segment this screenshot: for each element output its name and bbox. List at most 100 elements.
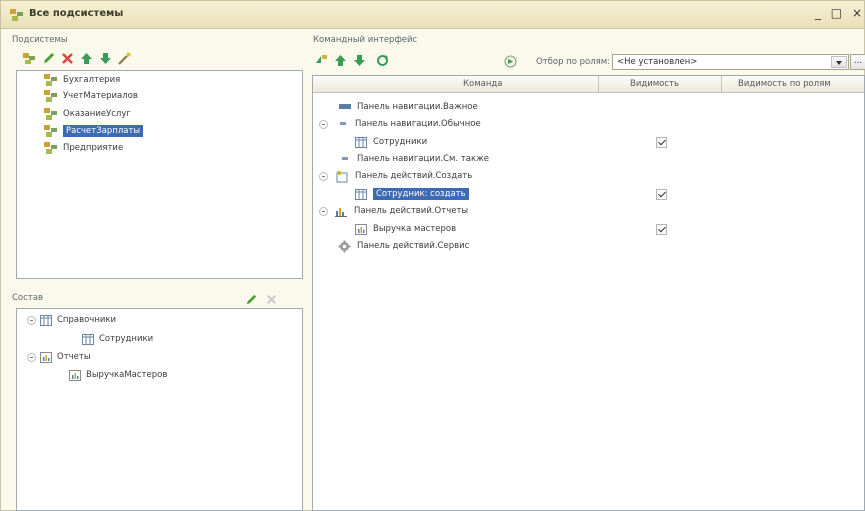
tree-item[interactable]: УчетМатериалов xyxy=(44,88,138,104)
visibility-checkbox[interactable] xyxy=(656,137,667,148)
collapse-icon[interactable] xyxy=(319,206,328,216)
tree-item[interactable]: Бухгалтерия xyxy=(44,72,120,88)
command-toolbar xyxy=(315,52,389,68)
table-row[interactable]: Панель действий.Отчеты xyxy=(319,203,468,219)
catalog-icon xyxy=(40,314,52,326)
tree-item-label: Предприятие xyxy=(63,143,124,153)
move-down-icon[interactable] xyxy=(353,54,366,67)
table-row[interactable]: Панель навигации.См. также xyxy=(339,151,489,167)
remove-composition-icon[interactable] xyxy=(266,294,277,305)
subsystems-tree[interactable]: Бухгалтерия УчетМатериалов ОказаниеУслуг… xyxy=(16,70,303,279)
dropdown-icon[interactable] xyxy=(831,56,847,68)
command-interface-label: Командный интерфейс xyxy=(313,35,418,45)
command-label: Сотрудник: создать xyxy=(373,188,469,200)
tree-item-label: РасчетЗарплаты xyxy=(63,125,144,137)
nav-panel-icon xyxy=(340,122,346,125)
nav-panel-icon xyxy=(342,157,348,160)
subsystem-icon xyxy=(44,125,57,137)
command-label: Панель навигации.См. также xyxy=(357,154,489,164)
visibility-checkbox[interactable] xyxy=(656,189,667,200)
command-label: Панель навигации.Обычное xyxy=(355,119,481,129)
table-row[interactable]: Сотрудники xyxy=(355,134,427,150)
report-icon xyxy=(355,223,367,235)
tree-item-label: ВыручкаМастеров xyxy=(86,370,168,380)
maximize-button[interactable]: □ xyxy=(831,6,842,20)
tree-group-label: Отчеты xyxy=(57,352,91,362)
reports-action-icon xyxy=(335,208,347,217)
catalog-icon xyxy=(355,188,367,200)
subsystem-icon xyxy=(44,108,57,120)
role-filter-label: Отбор по ролям: xyxy=(536,57,611,67)
edit-icon[interactable] xyxy=(42,52,55,65)
title-bar: Все подсистемы _ □ × xyxy=(1,1,864,29)
command-label: Сотрудники xyxy=(373,137,428,147)
role-filter-value: <Не установлен> xyxy=(617,57,698,67)
command-grid[interactable]: Команда Видимость Видимость по ролям Пан… xyxy=(312,75,865,511)
window-controls: _ □ × xyxy=(809,6,862,20)
window: Все подсистемы _ □ × Подсистемы Бухгалте… xyxy=(0,0,865,511)
subsystem-icon xyxy=(44,74,57,86)
tree-group-label: Справочники xyxy=(57,315,117,325)
expand-tree-icon[interactable] xyxy=(315,54,328,67)
report-icon xyxy=(40,351,52,363)
move-up-icon[interactable] xyxy=(334,54,347,67)
move-up-icon[interactable] xyxy=(80,52,93,65)
table-row-selected[interactable]: Сотрудник: создать xyxy=(355,186,469,202)
tree-item[interactable]: ВыручкаМастеров xyxy=(69,367,167,383)
subsystems-icon xyxy=(10,9,23,21)
role-filter-icon[interactable] xyxy=(504,55,517,68)
minimize-button[interactable]: _ xyxy=(815,6,821,20)
composition-tree[interactable]: Справочники Сотрудники Отчеты ВыручкаМас… xyxy=(16,308,303,511)
window-title: Все подсистемы xyxy=(29,8,124,19)
command-label: Панель действий.Отчеты xyxy=(354,206,469,216)
catalog-icon xyxy=(82,333,94,345)
tree-item[interactable]: ОказаниеУслуг xyxy=(44,106,131,122)
report-icon xyxy=(69,369,81,381)
edit-composition-icon[interactable] xyxy=(245,294,257,306)
gear-icon xyxy=(338,240,351,252)
column-command[interactable]: Команда xyxy=(463,79,503,89)
wand-icon[interactable] xyxy=(118,52,131,65)
collapse-icon[interactable] xyxy=(319,171,328,181)
command-label: Выручка мастеров xyxy=(373,224,457,234)
table-row[interactable]: Выручка мастеров xyxy=(355,221,456,237)
role-filter-select[interactable]: <Не установлен> xyxy=(612,54,849,70)
add-subsystem-icon[interactable] xyxy=(23,52,36,65)
tree-group[interactable]: Отчеты xyxy=(27,349,91,365)
grid-header: Команда Видимость Видимость по ролям xyxy=(313,76,864,93)
column-role-visibility[interactable]: Видимость по ролям xyxy=(738,79,831,89)
subsystems-toolbar xyxy=(23,50,131,66)
composition-label: Состав xyxy=(12,293,43,303)
tree-item[interactable]: Сотрудники xyxy=(82,331,153,347)
tree-group[interactable]: Справочники xyxy=(27,312,116,328)
command-label: Панель действий.Создать xyxy=(355,171,473,181)
subsystem-icon xyxy=(44,90,57,102)
collapse-icon[interactable] xyxy=(27,352,36,362)
table-row[interactable]: Панель действий.Сервис xyxy=(338,238,469,254)
tree-item[interactable]: Предприятие xyxy=(44,140,123,156)
role-filter-choose-button[interactable]: ... xyxy=(850,54,865,70)
table-row[interactable]: Панель навигации.Важное xyxy=(339,99,478,115)
visibility-checkbox[interactable] xyxy=(656,224,667,235)
refresh-icon[interactable] xyxy=(376,54,389,67)
nav-panel-icon xyxy=(339,104,351,109)
command-label: Панель навигации.Важное xyxy=(357,102,478,112)
column-visibility[interactable]: Видимость xyxy=(630,79,679,89)
subsystem-icon xyxy=(44,142,57,154)
catalog-icon xyxy=(355,136,367,148)
table-row[interactable]: Панель навигации.Обычное xyxy=(319,116,481,132)
create-action-icon xyxy=(336,170,348,182)
tree-item-label: Сотрудники xyxy=(99,334,154,344)
table-row[interactable]: Панель действий.Создать xyxy=(319,168,472,184)
column-divider[interactable] xyxy=(721,76,722,93)
tree-item-label: Бухгалтерия xyxy=(63,75,121,85)
collapse-icon[interactable] xyxy=(27,315,36,325)
collapse-icon[interactable] xyxy=(319,119,328,129)
tree-item-selected[interactable]: РасчетЗарплаты xyxy=(44,123,144,139)
close-button[interactable]: × xyxy=(852,6,862,20)
subsystems-label: Подсистемы xyxy=(12,35,68,45)
delete-icon[interactable] xyxy=(61,52,74,65)
move-down-icon[interactable] xyxy=(99,52,112,65)
column-divider[interactable] xyxy=(598,76,599,93)
command-label: Панель действий.Сервис xyxy=(357,241,470,251)
